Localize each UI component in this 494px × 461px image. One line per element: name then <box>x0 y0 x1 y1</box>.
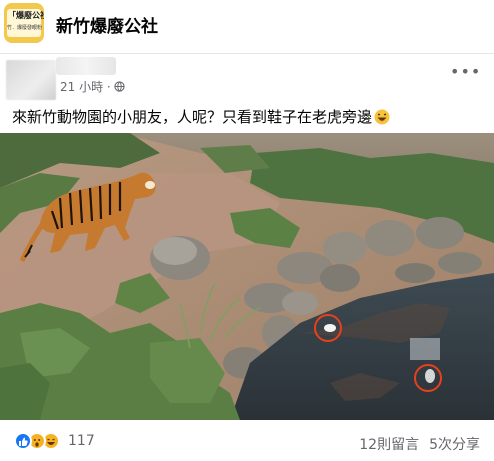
group-logo-text-2: 竹．爆廢發眼粉 <box>7 25 43 31</box>
group-header: 「爆廢公社 竹．爆廢發眼粉 新竹爆廢公社 <box>0 0 494 54</box>
author-name-blurred[interactable] <box>56 57 116 75</box>
group-name[interactable]: 新竹爆廢公社 <box>56 12 158 37</box>
reflection <box>410 338 440 360</box>
post-text: 來新竹動物園的小朋友，人呢？只看到鞋子在老虎旁邊 <box>12 108 373 126</box>
post-text-row: 來新竹動物園的小朋友，人呢？只看到鞋子在老虎旁邊 <box>12 106 390 127</box>
comments-count[interactable]: 12則留言 <box>359 434 419 454</box>
like-reaction-icon <box>14 432 32 450</box>
post-photo[interactable] <box>0 133 494 420</box>
reactions-summary[interactable]: 117 <box>14 432 95 450</box>
group-logo-text-1: 「爆廢公社 <box>8 11 44 20</box>
reaction-count: 117 <box>68 433 95 449</box>
author-avatar[interactable] <box>6 60 56 100</box>
globe-icon <box>114 81 125 92</box>
laugh-emoji-icon <box>374 109 390 124</box>
more-options-icon[interactable]: ••• <box>450 62 480 82</box>
engagement-summary: 12則留言 5次分享 <box>359 434 480 454</box>
group-logo[interactable]: 「爆廢公社 竹．爆廢發眼粉 <box>4 3 44 43</box>
shares-count[interactable]: 5次分享 <box>429 434 480 454</box>
post-meta: 21 小時 · <box>60 78 125 95</box>
post-footer: 117 12則留言 5次分享 <box>0 420 494 461</box>
post-time[interactable]: 21 小時 · <box>60 78 111 95</box>
